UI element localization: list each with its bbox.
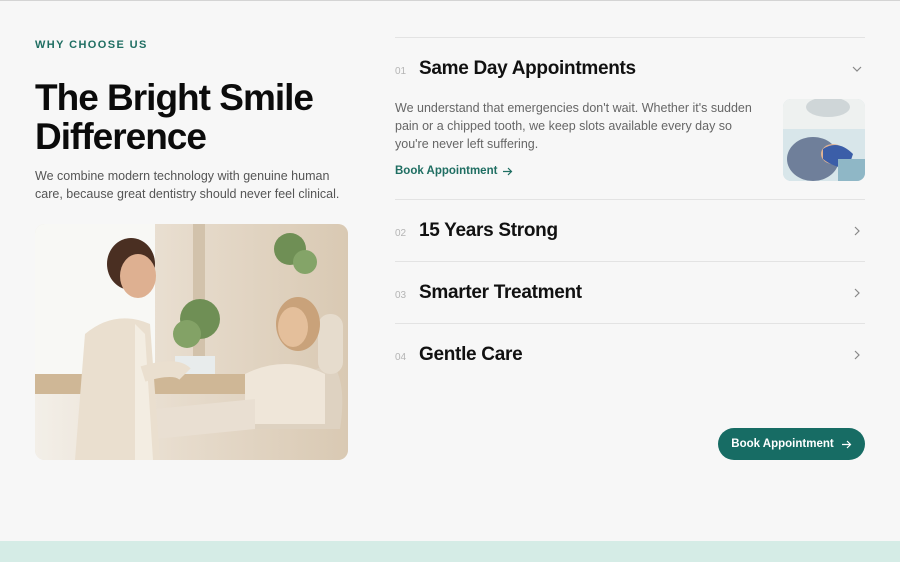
chevron-right-icon xyxy=(851,287,863,299)
features-accordion: 01 Same Day Appointments We understand t… xyxy=(395,37,865,385)
accordion-header-smarter-treatment[interactable]: 03 Smarter Treatment xyxy=(395,262,865,323)
book-appointment-link[interactable]: Book Appointment xyxy=(395,165,513,177)
accordion-body-same-day: We understand that emergencies don't wai… xyxy=(395,99,865,199)
accordion-item-same-day: 01 Same Day Appointments We understand t… xyxy=(395,38,865,199)
item-number: 01 xyxy=(395,66,407,77)
item-description: We understand that emergencies don't wai… xyxy=(395,101,752,151)
chevron-right-icon xyxy=(851,225,863,237)
dental-exam-thumbnail xyxy=(783,99,865,181)
accordion-header-15-years[interactable]: 02 15 Years Strong xyxy=(395,200,865,261)
dentist-patient-photo xyxy=(35,224,348,460)
item-title: 15 Years Strong xyxy=(419,220,558,241)
book-appointment-button[interactable]: Book Appointment xyxy=(718,428,865,460)
top-divider xyxy=(0,0,900,1)
section-headline: The Bright Smile Difference xyxy=(35,77,314,157)
arrow-right-icon xyxy=(503,167,513,175)
button-label: Book Appointment xyxy=(731,438,834,450)
section-eyebrow: WHY CHOOSE US xyxy=(35,39,148,51)
accordion-item-15-years: 02 15 Years Strong xyxy=(395,200,865,261)
item-number: 03 xyxy=(395,290,407,301)
section-lede: We combine modern technology with genuin… xyxy=(35,169,340,201)
item-title: Gentle Care xyxy=(419,344,523,365)
item-title: Smarter Treatment xyxy=(419,282,582,303)
item-number: 04 xyxy=(395,352,407,363)
accordion-header-same-day[interactable]: 01 Same Day Appointments xyxy=(395,38,865,99)
accordion-header-gentle-care[interactable]: 04 Gentle Care xyxy=(395,324,865,385)
accordion-item-smarter-treatment: 03 Smarter Treatment xyxy=(395,262,865,323)
item-number: 02 xyxy=(395,228,407,239)
chevron-right-icon xyxy=(851,349,863,361)
arrow-right-icon xyxy=(841,440,852,448)
chevron-down-icon xyxy=(851,63,863,75)
footer-band xyxy=(0,541,900,562)
link-label: Book Appointment xyxy=(395,165,498,177)
accordion-item-gentle-care: 04 Gentle Care xyxy=(395,324,865,385)
item-title: Same Day Appointments xyxy=(419,58,636,79)
